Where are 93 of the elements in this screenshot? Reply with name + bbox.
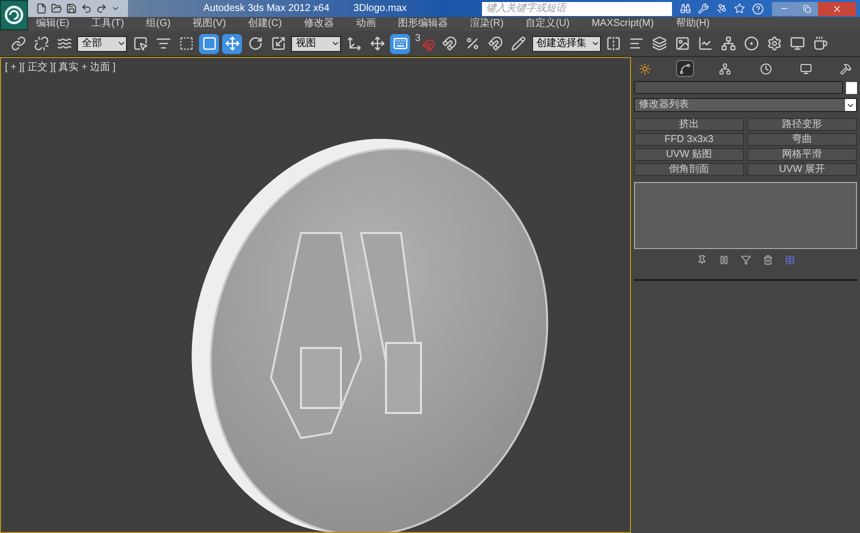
menu-item[interactable]: 工具(T) <box>91 19 124 29</box>
waves-icon <box>56 36 72 51</box>
modifier-stack-list[interactable] <box>634 182 857 249</box>
modifier-button[interactable]: FFD 3x3x3 <box>634 133 744 146</box>
layers-icon <box>652 36 668 51</box>
unlink-icon <box>34 36 48 51</box>
app-logo-button[interactable] <box>0 0 28 30</box>
menu-item[interactable]: 视图(V) <box>192 19 226 29</box>
image-icon <box>675 36 690 51</box>
modifier-button[interactable]: 路径变形 <box>747 118 857 131</box>
monitor-icon <box>800 62 812 74</box>
clock-icon <box>760 62 772 74</box>
toolbar-button[interactable] <box>199 34 219 54</box>
modifier-button[interactable]: 网格平滑 <box>747 148 857 161</box>
help-icon[interactable] <box>752 2 764 14</box>
magnet-icon <box>422 38 435 52</box>
close-icon <box>832 4 842 14</box>
new-file-icon[interactable] <box>36 3 47 14</box>
modifier-button[interactable]: UVW 贴图 <box>634 148 744 161</box>
select-object-icon <box>132 36 148 51</box>
window-title: Autodesk 3ds Max 2012 x64 <box>203 2 330 16</box>
axis-icon <box>346 36 362 51</box>
swirl-logo-icon <box>4 5 24 25</box>
snap-toggle[interactable]: 3 <box>413 34 437 54</box>
toolbar-dropdown[interactable]: 创建选择集 <box>532 36 601 52</box>
menu-item[interactable]: MAXScript(M) <box>592 19 654 29</box>
table-icon <box>784 255 794 265</box>
binoculars-icon[interactable] <box>680 3 691 14</box>
hammer-icon <box>840 62 852 74</box>
keyboard-icon <box>392 36 408 51</box>
sun-icon <box>639 62 651 74</box>
close-button[interactable] <box>818 2 856 16</box>
monitor-icon <box>790 36 806 51</box>
modifier-list-dropdown[interactable]: 修改器列表 <box>634 98 857 112</box>
modifier-button[interactable]: 倒角剖面 <box>634 163 744 176</box>
toolbar-button[interactable] <box>390 34 410 54</box>
menu-item[interactable]: 组(G) <box>146 19 171 29</box>
menu-item[interactable]: 创建(C) <box>248 19 282 29</box>
toolbar-dropdown[interactable]: 全部 <box>77 36 127 52</box>
satellite-icon[interactable] <box>716 3 727 14</box>
menu-item[interactable]: 图形编辑器 <box>398 19 448 29</box>
curve-icon <box>679 62 692 74</box>
hierarchy-icon <box>719 62 732 74</box>
menu-item[interactable]: 帮助(H) <box>676 19 710 29</box>
rotate-icon <box>248 36 262 51</box>
move-icon <box>224 36 240 51</box>
scale-icon <box>270 36 286 51</box>
curve-chart-icon <box>698 36 714 51</box>
pause-icon <box>718 255 728 265</box>
square-icon <box>202 36 216 51</box>
schematic-icon <box>721 36 736 51</box>
percent-icon <box>465 36 480 51</box>
menu-item[interactable]: 自定义(U) <box>526 19 570 29</box>
menu-item[interactable]: 编辑(E) <box>36 19 70 29</box>
link-icon <box>10 36 26 51</box>
stack-tool-button[interactable] <box>738 253 752 267</box>
modifier-button[interactable]: UVW 展开 <box>747 163 857 176</box>
settings-icon <box>767 36 782 51</box>
caret-icon <box>117 39 126 48</box>
caret-icon[interactable] <box>111 4 120 13</box>
menu-item[interactable]: 动画 <box>356 19 376 29</box>
trash-icon <box>762 255 772 265</box>
wrench-icon[interactable] <box>698 3 709 14</box>
viewport-label[interactable]: [ + ][ 正交 ][ 真实 + 边面 ] <box>5 60 116 75</box>
color-swatch[interactable] <box>846 82 857 94</box>
cross-arrows-icon <box>370 36 384 51</box>
pencil-icon <box>511 36 526 51</box>
toolbar-button[interactable] <box>222 34 242 54</box>
file-name: 3Dlogo.max <box>353 2 407 16</box>
menu-item[interactable]: 渲染(R) <box>470 19 504 29</box>
align-icon <box>629 36 644 51</box>
list-select-icon <box>156 36 170 51</box>
viewport[interactable]: [ + ][ 正交 ][ 真实 + 边面 ] <box>0 57 631 533</box>
save-icon[interactable] <box>66 3 77 14</box>
undo-icon[interactable] <box>81 3 92 14</box>
star-icon[interactable] <box>734 3 745 14</box>
folder-icon[interactable] <box>51 3 62 14</box>
search-field[interactable]: 键入关键字或短语 <box>482 2 672 16</box>
modifier-button[interactable]: 弯曲 <box>747 133 857 146</box>
mirror-icon <box>606 36 622 51</box>
redo-icon[interactable] <box>96 3 107 14</box>
menu-item[interactable]: 修改器 <box>304 19 334 29</box>
dashed-rectangle-icon <box>178 36 194 51</box>
caret-icon <box>590 39 600 48</box>
restore-icon <box>803 4 811 12</box>
maximize-button[interactable] <box>796 2 818 16</box>
panel-tab[interactable] <box>676 60 694 77</box>
object-name-field[interactable] <box>634 81 843 94</box>
caret-icon <box>331 39 340 48</box>
funnel-icon <box>740 255 750 265</box>
modifier-button[interactable]: 挤出 <box>634 118 744 131</box>
toolbar-dropdown[interactable]: 视图 <box>291 36 341 52</box>
pin-icon <box>696 255 706 265</box>
